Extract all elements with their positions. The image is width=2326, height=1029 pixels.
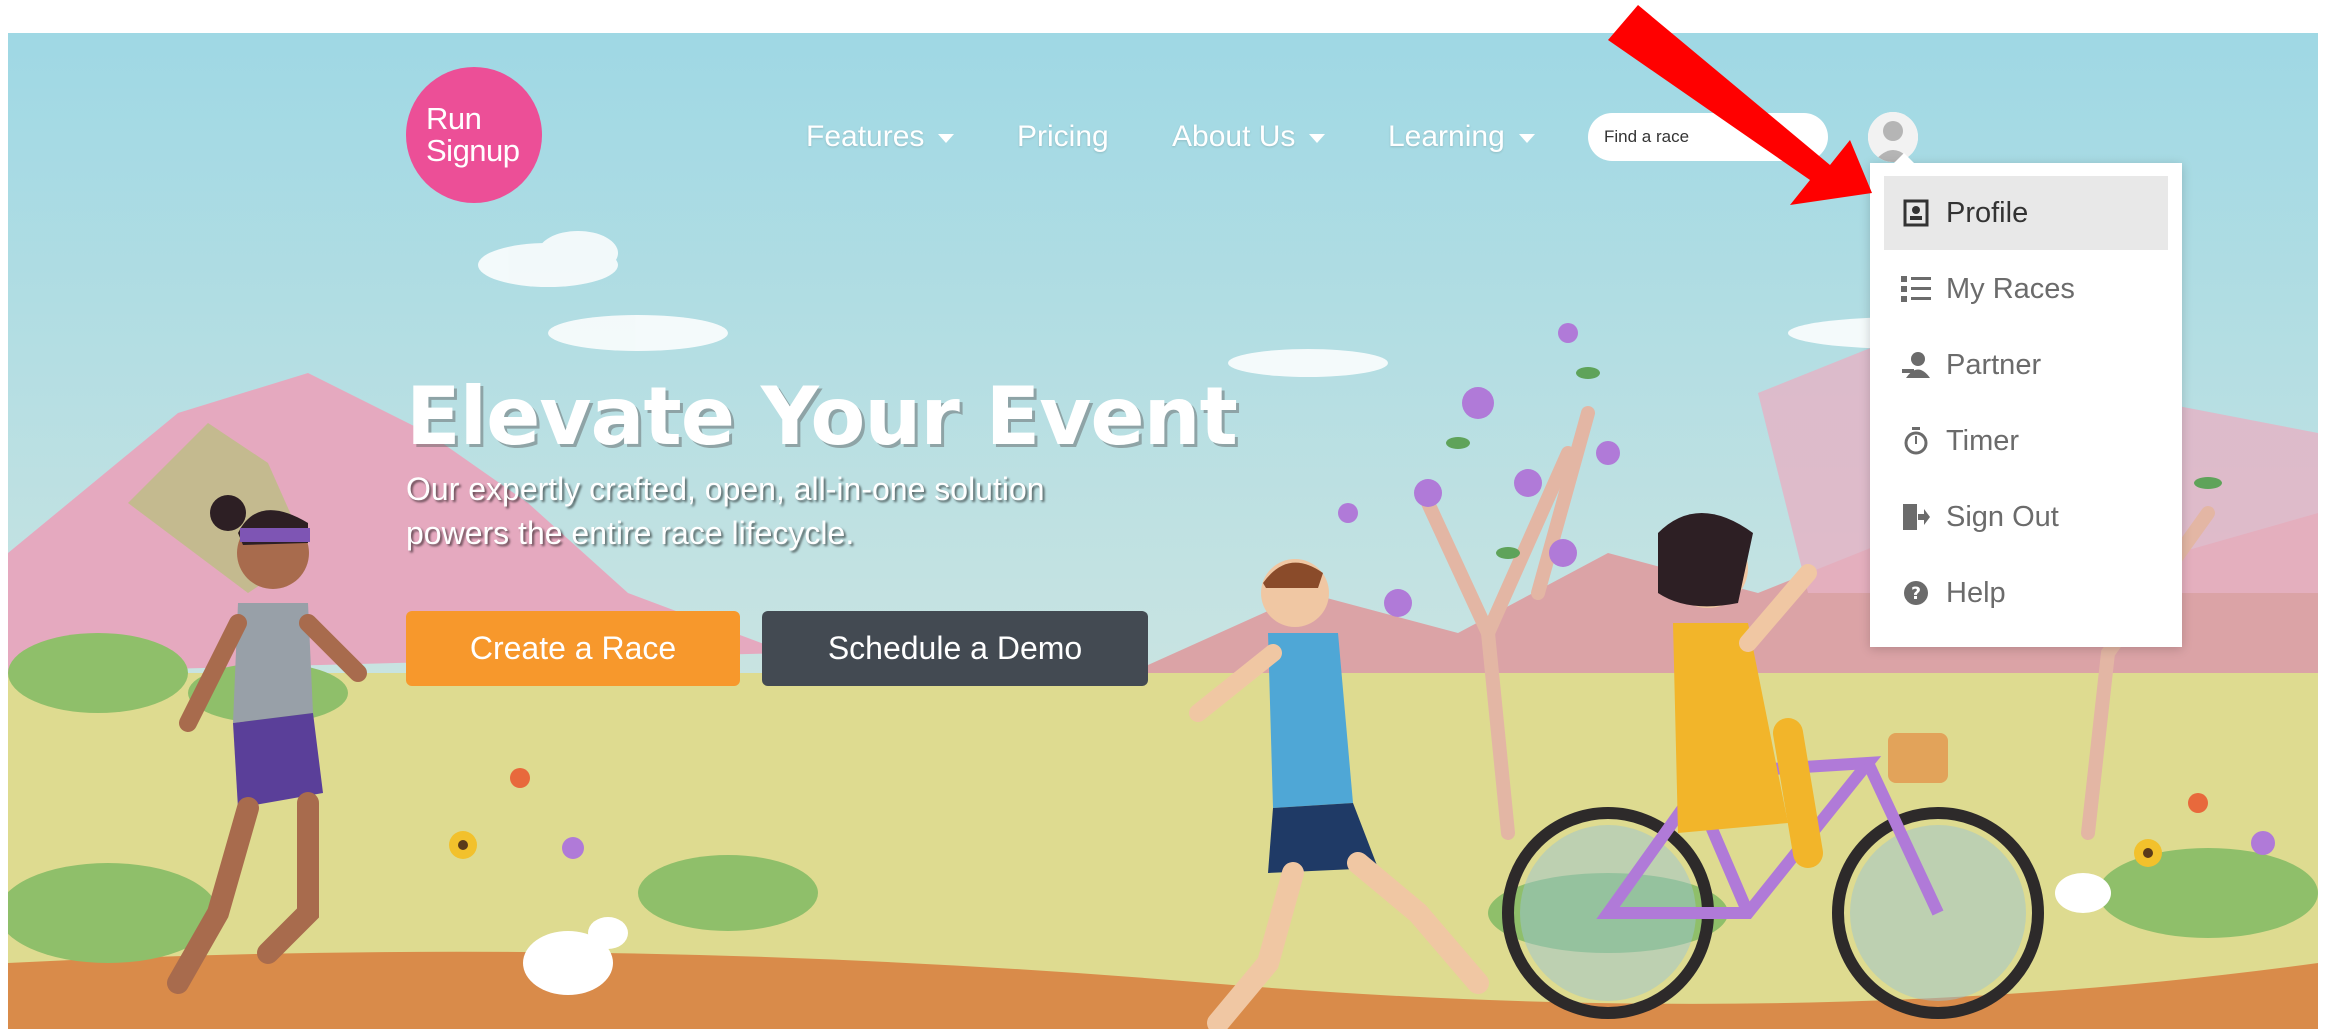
annotation-arrow	[1608, 5, 1872, 205]
